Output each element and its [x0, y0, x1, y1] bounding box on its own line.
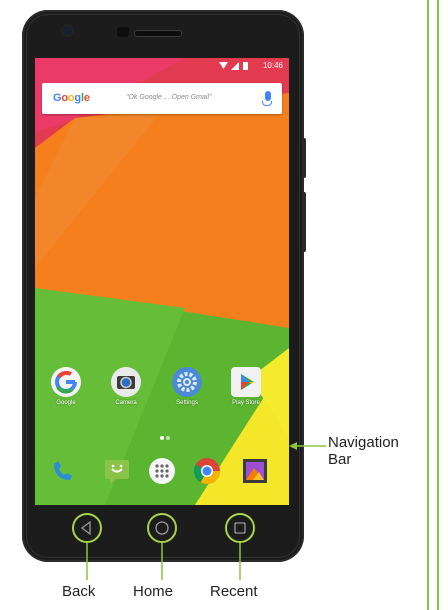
volume-button[interactable]: [302, 192, 306, 252]
google-logo: Google: [53, 92, 90, 104]
settings-icon: [172, 367, 202, 397]
navigation-bar-label: Navigation Bar: [328, 434, 399, 468]
power-button[interactable]: [302, 138, 306, 178]
app-play-store[interactable]: Play Store: [221, 367, 271, 406]
status-bar: 10:46: [35, 58, 289, 74]
gallery-icon[interactable]: [240, 456, 270, 486]
search-hint: "Ok Google ... Open Gmail": [126, 94, 212, 101]
home-label: Home: [133, 583, 174, 600]
earpiece-left: [117, 27, 129, 37]
recent-label: Recent: [210, 583, 258, 600]
app-label-google: Google: [56, 400, 76, 406]
play-store-icon: [231, 367, 261, 397]
status-icons: [219, 62, 248, 70]
app-label-play-store: Play Store: [232, 400, 260, 406]
status-time: 10:46: [262, 61, 283, 70]
signal-icon: [231, 62, 239, 70]
google-icon: [51, 367, 81, 397]
camera-icon: [111, 367, 141, 397]
page-indicator-dot: [160, 436, 164, 440]
app-label-settings: Settings: [176, 400, 198, 406]
home-screen: 10:46 Google "Ok Google ... Open Gmail" …: [35, 58, 289, 505]
chrome-icon[interactable]: [192, 456, 222, 486]
page-border-frame: [427, 0, 439, 610]
earpiece-speaker: [134, 30, 182, 37]
recent-button[interactable]: [225, 513, 255, 543]
front-camera-icon: [63, 26, 72, 35]
navigation-label-line2: Bar: [328, 451, 352, 468]
mic-icon[interactable]: [265, 91, 271, 101]
home-icon: [155, 521, 169, 535]
back-button[interactable]: [72, 513, 102, 543]
recent-icon: [234, 522, 246, 534]
app-label-camera: Camera: [115, 400, 137, 406]
back-icon: [80, 520, 91, 536]
phone-icon[interactable]: [48, 456, 78, 486]
app-drawer-icon[interactable]: [147, 456, 177, 486]
navigation-label-line1: Navigation: [328, 434, 399, 451]
wifi-icon: [219, 62, 228, 69]
page-indicator-dot: [166, 436, 170, 440]
google-search-bar[interactable]: Google "Ok Google ... Open Gmail": [42, 83, 282, 114]
app-camera[interactable]: Camera: [101, 367, 151, 406]
home-button[interactable]: [147, 513, 177, 543]
app-settings[interactable]: Settings: [162, 367, 212, 406]
app-google[interactable]: Google: [41, 367, 91, 406]
mic-stand: [262, 101, 272, 106]
messaging-icon[interactable]: [102, 456, 132, 486]
battery-icon: [243, 62, 248, 70]
back-label: Back: [62, 583, 96, 600]
